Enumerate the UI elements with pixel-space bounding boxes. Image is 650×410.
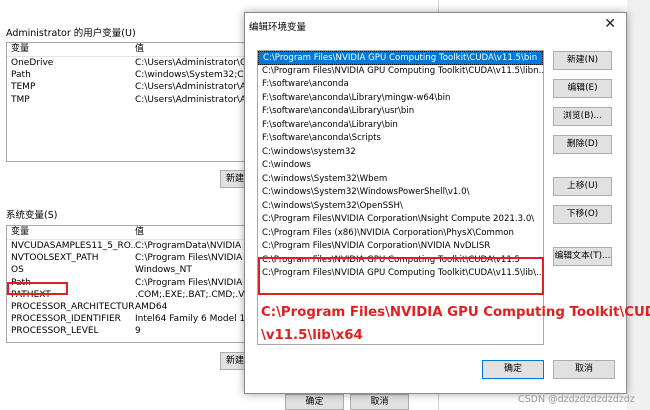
list-item[interactable]: C:\windows <box>258 159 543 173</box>
table-row[interactable]: OneDrive C:\Users\Administrator\On <box>7 57 245 69</box>
table-row[interactable]: PROCESSOR_LEVEL 9 <box>7 325 245 337</box>
col-var-header[interactable]: 变量 <box>7 226 135 239</box>
list-item[interactable]: C:\Program Files\NVIDIA GPU Computing To… <box>258 65 543 79</box>
edit-text-button[interactable]: 编辑文本(T)... <box>553 247 612 266</box>
list-item[interactable]: C:\Program Files\NVIDIA Corporation\NVID… <box>258 240 543 254</box>
table-row[interactable]: NVCUDASAMPLES11_5_RO... C:\ProgramData\NV… <box>7 240 245 252</box>
table-row[interactable]: PROCESSOR_IDENTIFIER Intel64 Family 6 Mod… <box>7 313 245 325</box>
table-row[interactable]: NVTOOLSEXT_PATH C:\Program Files\NVIDIA C <box>7 252 245 264</box>
new-button[interactable]: 新建(N) <box>553 51 612 70</box>
move-up-button[interactable]: 上移(U) <box>553 177 612 196</box>
table-row[interactable]: OS Windows_NT <box>7 264 245 276</box>
sys-vars-label: 系统变量(S) <box>6 210 58 221</box>
table-row[interactable]: PROCESSOR_ARCHITECTURE AMD64 <box>7 301 245 313</box>
list-item[interactable]: C:\windows\System32\OpenSSH\ <box>258 200 543 214</box>
cancel-button[interactable]: 取消 <box>553 360 615 379</box>
delete-button[interactable]: 删除(D) <box>553 135 612 154</box>
annotation-line-1: C:\Program Files\NVIDIA GPU Computing To… <box>261 305 650 320</box>
list-item[interactable]: F:\software\anconda\Library\mingw-w64\bi… <box>258 92 543 106</box>
list-item[interactable]: C:\windows\system32 <box>258 146 543 160</box>
move-down-button[interactable]: 下移(O) <box>553 205 612 224</box>
list-item[interactable]: C:\Program Files\NVIDIA Corporation\Nsig… <box>258 213 543 227</box>
new-paths-highlight-box <box>258 257 544 295</box>
browse-button[interactable]: 浏览(B)... <box>553 107 612 126</box>
list-item[interactable]: F:\software\anconda\Scripts <box>258 132 543 146</box>
bg-ok-button[interactable]: 确定 <box>285 394 344 410</box>
user-vars-header: 变量 值 <box>7 43 245 57</box>
path-highlight-box <box>7 282 68 295</box>
list-item[interactable]: C:\windows\System32\WindowsPowerShell\v1… <box>258 186 543 200</box>
table-row[interactable]: Path C:\windows\System32;C:\w <box>7 69 245 81</box>
list-item[interactable]: F:\software\anconda\Library\bin <box>258 119 543 133</box>
edit-env-variable-dialog: 编辑环境变量 ✕ C:\Program Files\NVIDIA GPU Com… <box>244 12 650 394</box>
list-item[interactable]: C:\windows\System32\Wbem <box>258 173 543 187</box>
ok-button[interactable]: 确定 <box>482 360 544 379</box>
user-vars-list[interactable]: 变量 值 OneDrive C:\Users\Administrator\On P… <box>6 42 246 162</box>
dialog-title: 编辑环境变量 <box>249 22 307 33</box>
bg-cancel-button[interactable]: 取消 <box>350 394 409 410</box>
close-icon[interactable]: ✕ <box>604 16 616 32</box>
list-item[interactable]: C:\Program Files\NVIDIA GPU Computing To… <box>258 51 543 65</box>
sys-vars-header: 变量 值 <box>7 226 245 240</box>
path-list[interactable]: C:\Program Files\NVIDIA GPU Computing To… <box>257 50 544 345</box>
col-val-header[interactable]: 值 <box>135 226 245 239</box>
col-var-header[interactable]: 变量 <box>7 43 135 56</box>
table-row[interactable]: TMP C:\Users\Administrator\Ap <box>7 94 245 106</box>
table-row[interactable]: TEMP C:\Users\Administrator\Ap <box>7 81 245 93</box>
col-val-header[interactable]: 值 <box>135 43 245 56</box>
annotation-line-2: \v11.5\lib\x64 <box>261 328 363 343</box>
edit-button[interactable]: 编辑(E) <box>553 79 612 98</box>
list-item[interactable]: C:\Program Files (x86)\NVIDIA Corporatio… <box>258 227 543 241</box>
list-item[interactable]: F:\software\anconda <box>258 78 543 92</box>
list-item[interactable]: F:\software\anconda\Library\usr\bin <box>258 105 543 119</box>
background-window-edge <box>627 0 650 410</box>
user-vars-label: Administrator 的用户变量(U) <box>6 28 136 39</box>
watermark: CSDN @dzdzdzdzdzdzdz <box>518 394 635 405</box>
